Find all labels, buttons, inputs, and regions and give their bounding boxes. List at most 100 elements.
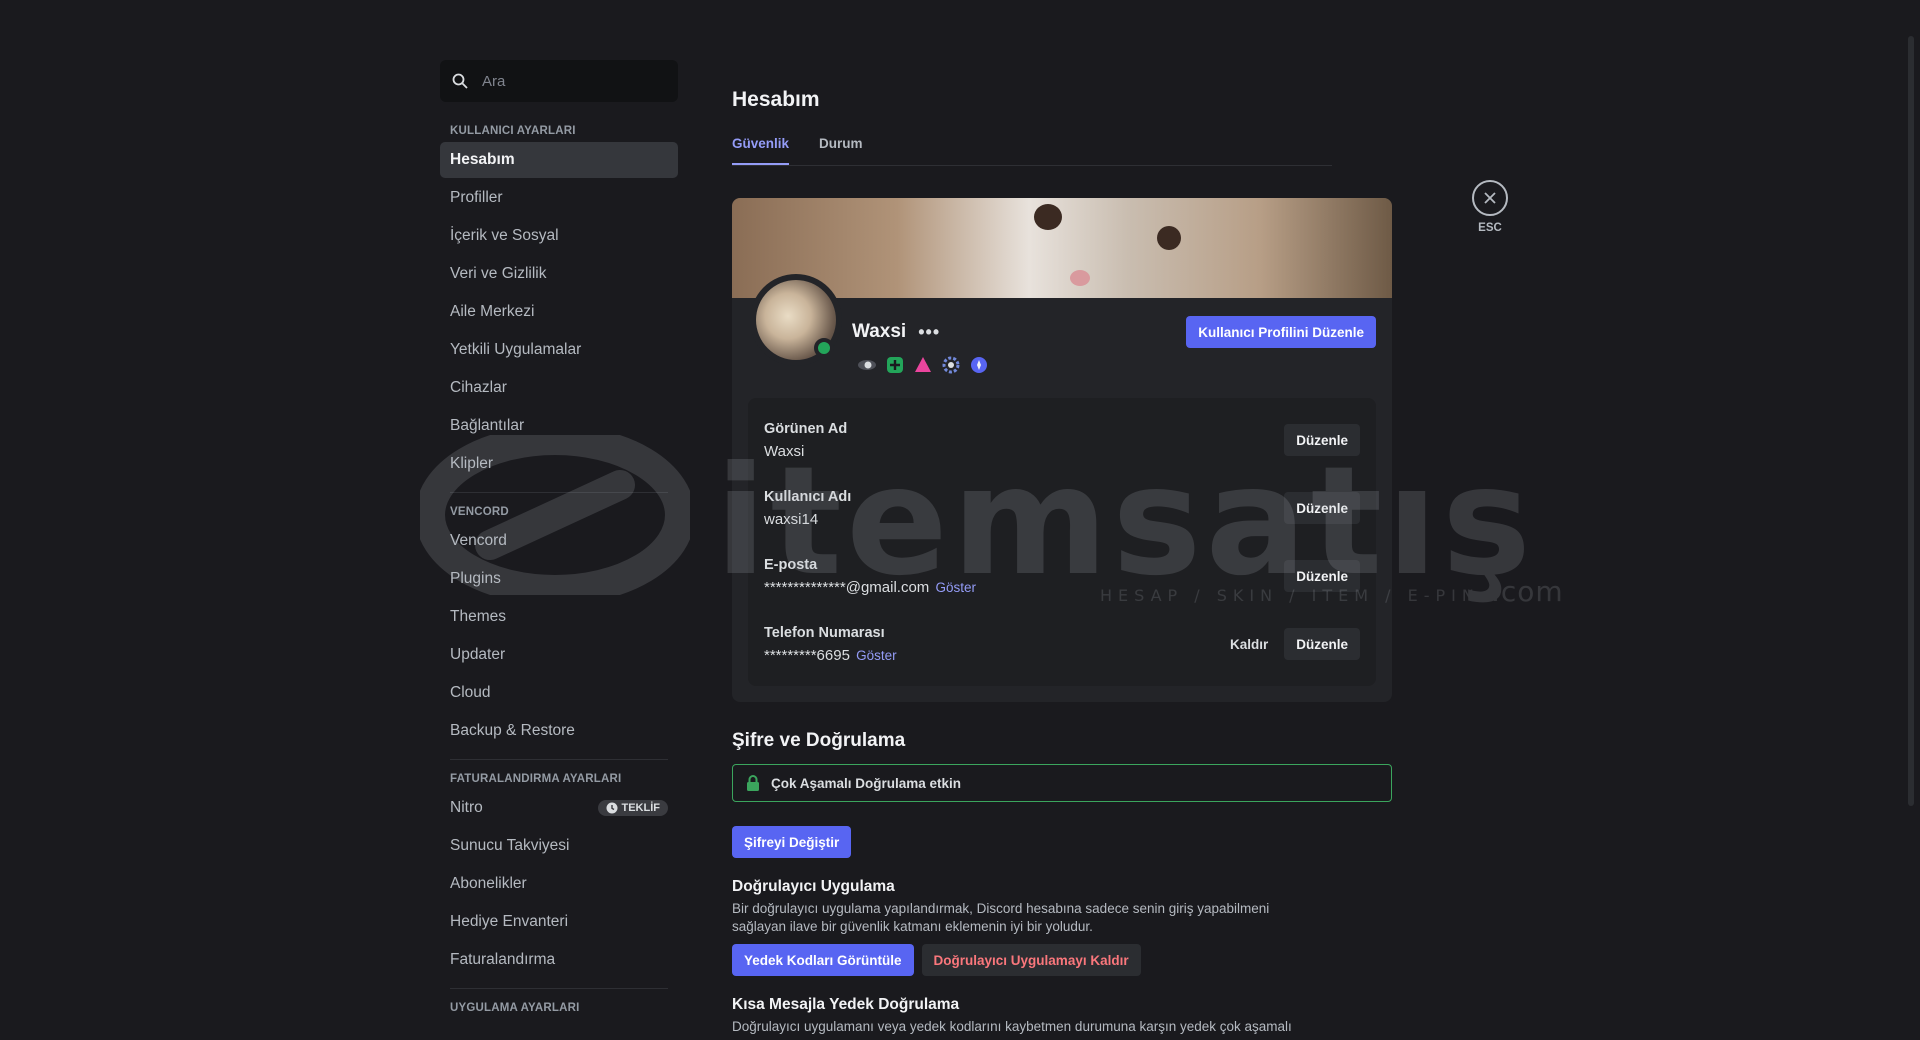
sidebar-item-label: Cloud bbox=[450, 684, 491, 701]
field-display-name: Görünen Ad Waxsi Düzenle bbox=[764, 406, 1360, 474]
reveal-email-link[interactable]: Göster bbox=[935, 580, 976, 595]
authenticator-title: Doğrulayıcı Uygulama bbox=[732, 878, 895, 895]
offer-badge: TEKLİF bbox=[597, 800, 668, 816]
authenticator-description: Bir doğrulayıcı uygulama yapılandırmak, … bbox=[732, 901, 1270, 934]
reveal-phone-link[interactable]: Göster bbox=[856, 648, 897, 663]
sidebar-item-label: Klipler bbox=[450, 455, 494, 472]
avatar-image bbox=[756, 280, 836, 360]
sidebar-item-label: Aile Merkezi bbox=[450, 303, 535, 320]
lock-icon bbox=[747, 775, 759, 791]
divider bbox=[450, 988, 668, 989]
sidebar-item-cloud[interactable]: Cloud bbox=[440, 675, 678, 711]
sidebar-item-content-social[interactable]: İçerik ve Sosyal bbox=[440, 218, 678, 254]
sidebar-item-label: Sunucu Takviyesi bbox=[450, 837, 570, 854]
badge-boost-icon[interactable] bbox=[912, 354, 934, 376]
mfa-status-text: Çok Aşamalı Doğrulama etkin bbox=[771, 775, 962, 791]
search-icon bbox=[452, 73, 468, 89]
sidebar-item-label: Veri ve Gizlilik bbox=[450, 265, 547, 282]
sidebar-item-billing[interactable]: Faturalandırma bbox=[440, 942, 678, 978]
tab-bar: Güvenlik Durum bbox=[732, 136, 1332, 166]
sidebar-item-label: Hediye Envanteri bbox=[450, 913, 569, 930]
sidebar-item-updater[interactable]: Updater bbox=[440, 637, 678, 673]
sidebar-item-server-boost[interactable]: Sunucu Takviyesi bbox=[440, 828, 678, 864]
edit-user-profile-button[interactable]: Kullanıcı Profilini Düzenle bbox=[1186, 316, 1376, 348]
sms-backup-description: Doğrulayıcı uygulamanı veya yedek kodlar… bbox=[732, 1019, 1292, 1034]
sidebar-item-label: Faturalandırma bbox=[450, 951, 556, 968]
esc-label: ESC bbox=[1478, 222, 1502, 234]
clock-icon bbox=[606, 802, 617, 814]
field-email: E-posta **************@gmail.com Göster … bbox=[764, 542, 1360, 610]
username: Waxsi bbox=[852, 321, 907, 342]
more-options-icon[interactable]: ••• bbox=[918, 322, 940, 343]
sidebar-item-label: Bağlantılar bbox=[450, 417, 525, 434]
field-label: Görünen Ad bbox=[764, 420, 848, 437]
field-value: Waxsi bbox=[764, 442, 805, 460]
edit-email-button[interactable]: Düzenle bbox=[1284, 560, 1360, 592]
section-user-settings: KULLANICI AYARLARI bbox=[450, 125, 576, 137]
search-input[interactable] bbox=[482, 72, 642, 90]
view-backup-codes-button[interactable]: Yedek Kodları Görüntüle bbox=[732, 944, 914, 976]
sidebar-item-label: Abonelikler bbox=[450, 875, 527, 892]
section-billing: FATURALANDIRMA AYARLARI bbox=[450, 773, 622, 785]
offer-badge-label: TEKLİF bbox=[621, 802, 661, 814]
sidebar-item-authorized-apps[interactable]: Yetkili Uygulamalar bbox=[440, 332, 678, 368]
remove-authenticator-button[interactable]: Doğrulayıcı Uygulamayı Kaldır bbox=[921, 944, 1141, 976]
field-phone: Telefon Numarası *********6695 Göster Ka… bbox=[764, 610, 1360, 678]
scrollbar[interactable] bbox=[1908, 36, 1914, 806]
sidebar-item-themes[interactable]: Themes bbox=[440, 599, 678, 635]
sidebar-item-label: Yetkili Uygulamalar bbox=[450, 341, 582, 358]
badge-quest-icon[interactable] bbox=[968, 354, 990, 376]
tab-status[interactable]: Durum bbox=[819, 136, 863, 165]
sidebar-item-label: Hesabım bbox=[450, 151, 515, 168]
sidebar-item-label: İçerik ve Sosyal bbox=[450, 227, 559, 244]
sidebar-item-label: Profiller bbox=[450, 189, 503, 206]
search-box[interactable] bbox=[440, 60, 678, 102]
settings-content: Hesabım Güvenlik Durum ESC Waxsi ••• Kul… bbox=[692, 0, 1920, 1040]
profile-card: Waxsi ••• Kullanıcı Profilini Düzenle Gö… bbox=[732, 198, 1392, 702]
sidebar-item-data-privacy[interactable]: Veri ve Gizlilik bbox=[440, 256, 678, 292]
edit-phone-button[interactable]: Düzenle bbox=[1284, 628, 1360, 660]
sidebar-item-vencord[interactable]: Vencord bbox=[440, 523, 678, 559]
sidebar-item-clips[interactable]: Klipler bbox=[440, 446, 678, 482]
field-value: *********6695 bbox=[764, 646, 850, 664]
profile-banner bbox=[732, 198, 1392, 298]
edit-display-name-button[interactable]: Düzenle bbox=[1284, 424, 1360, 456]
sidebar-item-label: Themes bbox=[450, 608, 506, 625]
field-username: Kullanıcı Adı waxsi14 Düzenle bbox=[764, 474, 1360, 542]
sidebar-item-label: Vencord bbox=[450, 532, 507, 549]
change-password-button[interactable]: Şifreyi Değiştir bbox=[732, 826, 852, 858]
remove-phone-button[interactable]: Kaldır bbox=[1230, 637, 1268, 652]
settings-sidebar: KULLANICI AYARLARI Hesabım Profiller İçe… bbox=[0, 0, 692, 1040]
account-fields: Görünen Ad Waxsi Düzenle Kullanıcı Adı w… bbox=[748, 398, 1376, 686]
divider bbox=[450, 492, 668, 493]
field-label: Telefon Numarası bbox=[764, 624, 885, 641]
section-app-settings: UYGULAMA AYARLARI bbox=[450, 1002, 580, 1014]
sidebar-item-label: Backup & Restore bbox=[450, 722, 575, 739]
sidebar-item-backup-restore[interactable]: Backup & Restore bbox=[440, 713, 678, 749]
sidebar-item-my-account[interactable]: Hesabım bbox=[440, 142, 678, 178]
sidebar-item-devices[interactable]: Cihazlar bbox=[440, 370, 678, 406]
close-icon[interactable] bbox=[1472, 180, 1508, 216]
sidebar-item-gift-inventory[interactable]: Hediye Envanteri bbox=[440, 904, 678, 940]
sidebar-item-family-center[interactable]: Aile Merkezi bbox=[440, 294, 678, 330]
sms-backup-title: Kısa Mesajla Yedek Doğrulama bbox=[732, 996, 960, 1013]
field-label: E-posta bbox=[764, 556, 818, 573]
sidebar-item-connections[interactable]: Bağlantılar bbox=[440, 408, 678, 444]
sidebar-item-plugins[interactable]: Plugins bbox=[440, 561, 678, 597]
badge-gear-icon[interactable] bbox=[940, 354, 962, 376]
field-label: Kullanıcı Adı bbox=[764, 488, 852, 505]
badge-hypesquad-icon[interactable] bbox=[856, 354, 878, 376]
close-settings-button[interactable]: ESC bbox=[1472, 180, 1508, 234]
badge-nitro-icon[interactable] bbox=[884, 354, 906, 376]
sidebar-item-label: Updater bbox=[450, 646, 506, 663]
page-title: Hesabım bbox=[732, 88, 820, 111]
sidebar-item-subscriptions[interactable]: Abonelikler bbox=[440, 866, 678, 902]
sidebar-item-label: Nitro bbox=[450, 799, 483, 816]
edit-username-button[interactable]: Düzenle bbox=[1284, 492, 1360, 524]
sidebar-item-label: Cihazlar bbox=[450, 379, 507, 396]
sidebar-item-nitro[interactable]: Nitro TEKLİF bbox=[440, 790, 678, 826]
tab-security[interactable]: Güvenlik bbox=[732, 136, 790, 165]
mfa-status-box: Çok Aşamalı Doğrulama etkin bbox=[732, 764, 1392, 802]
sidebar-item-profiles[interactable]: Profiller bbox=[440, 180, 678, 216]
avatar bbox=[750, 274, 842, 366]
